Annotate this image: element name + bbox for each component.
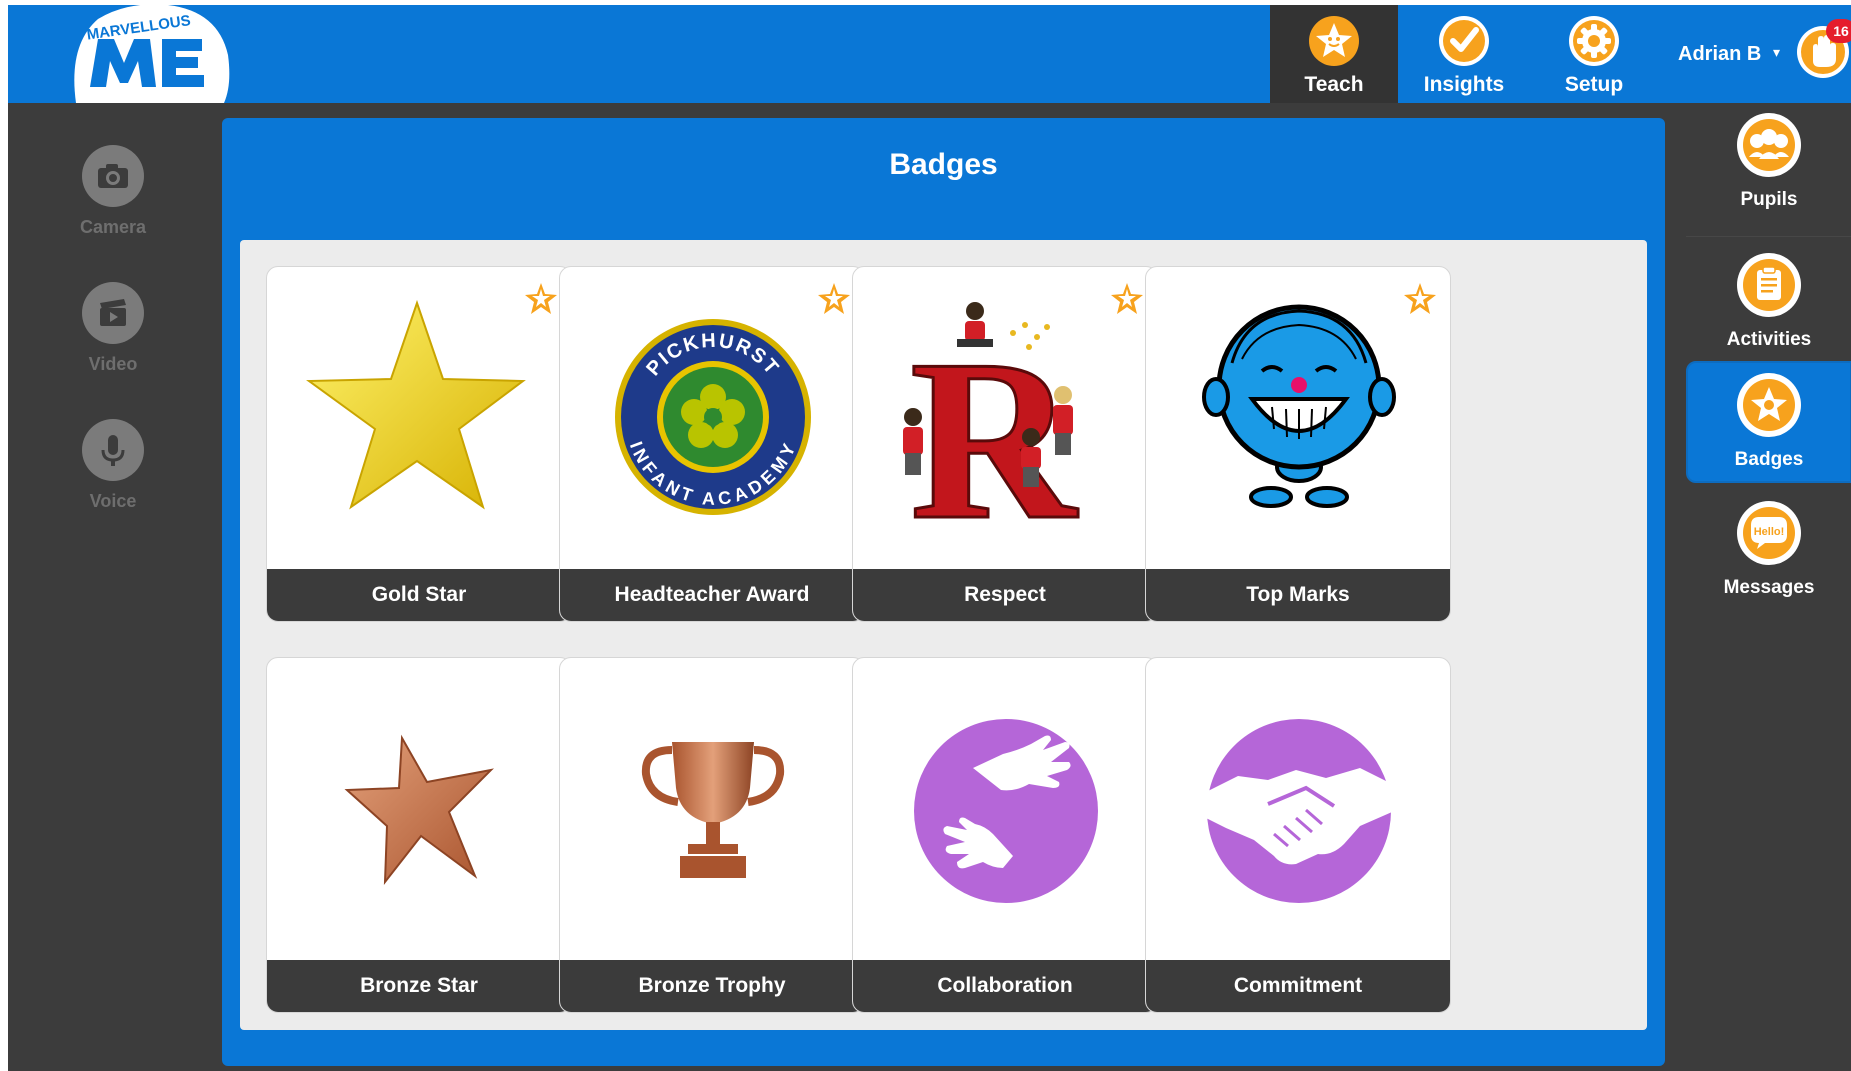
badge-name: Headteacher Award <box>560 569 864 621</box>
handshake-icon <box>1206 719 1392 903</box>
tab-insights-label: Insights <box>1423 73 1505 96</box>
favourite-star-icon[interactable] <box>816 281 852 317</box>
tab-teach-label: Teach <box>1304 73 1364 96</box>
badge-star-icon <box>1751 387 1787 421</box>
microphone-icon <box>101 435 125 466</box>
top-bar: MARVELLOUS Teach Insights Setup Adrian B… <box>8 5 1851 103</box>
favourite-star-icon[interactable] <box>1402 281 1438 317</box>
page-title: Badges <box>889 148 998 181</box>
badge-card-headteacher-award[interactable]: PICKHURST INFANT ACADEMY Headteacher Awa… <box>559 266 865 622</box>
sidebar-item-voice-label: Voice <box>89 491 137 511</box>
tab-insights[interactable]: Insights <box>1398 5 1530 103</box>
badge-name: Top Marks <box>1146 569 1450 621</box>
video-icon <box>100 299 126 326</box>
badge-name: Gold Star <box>267 569 571 621</box>
sidebar-item-badges-label: Badges <box>1734 449 1804 470</box>
hello-bubble-icon: Hello! <box>1751 517 1787 549</box>
user-menu[interactable]: Adrian B ▾ 16 <box>1668 5 1851 103</box>
badge-card-bronze-star[interactable]: Bronze Star <box>266 657 572 1013</box>
sidebar-item-badges[interactable]: Badges <box>1686 361 1851 483</box>
sidebar-item-video[interactable]: Video <box>38 282 188 375</box>
favourite-star-icon[interactable] <box>523 281 559 317</box>
badge-name: Collaboration <box>853 960 1157 1012</box>
sidebar-item-activities[interactable]: Activities <box>1686 243 1851 377</box>
user-name: Adrian B <box>1678 43 1762 65</box>
helping-hands-icon <box>914 719 1098 903</box>
gear-icon <box>1569 16 1619 66</box>
chevron-down-icon: ▾ <box>1773 44 1781 60</box>
camera-icon <box>98 164 128 188</box>
tab-setup[interactable]: Setup <box>1530 5 1658 103</box>
badge-card-gold-star[interactable]: Gold Star <box>266 266 572 622</box>
badge-card-commitment[interactable]: Commitment <box>1145 657 1451 1013</box>
badge-card-collaboration[interactable]: Collaboration <box>852 657 1158 1013</box>
sidebar-item-activities-label: Activities <box>1726 329 1812 350</box>
left-sidebar: Camera Video Voice <box>8 103 213 1071</box>
app-window: MARVELLOUS Teach Insights Setup Adrian B… <box>8 5 1851 1071</box>
badge-grid: Gold Star PICKHURST INFANT ACADEMY Headt… <box>240 240 1647 1030</box>
sidebar-item-voice[interactable]: Voice <box>38 419 188 512</box>
teach-star-icon <box>1309 16 1359 66</box>
bronze-star-icon <box>344 734 494 886</box>
favourite-star-icon[interactable] <box>1109 281 1145 317</box>
right-sidebar: Pupils Activities Badges Hello! Messages <box>1678 103 1851 1071</box>
badge-name: Bronze Star <box>267 960 571 1012</box>
sidebar-item-pupils-label: Pupils <box>1740 189 1798 210</box>
sidebar-item-messages-label: Messages <box>1723 577 1815 598</box>
badge-name: Respect <box>853 569 1157 621</box>
badge-name: Commitment <box>1146 960 1450 1012</box>
badge-card-bronze-trophy[interactable]: Bronze Trophy <box>559 657 865 1013</box>
sidebar-item-messages[interactable]: Hello! Messages <box>1686 491 1851 625</box>
sidebar-item-camera-label: Camera <box>79 217 147 237</box>
pupils-icon <box>1749 129 1789 159</box>
sidebar-item-camera[interactable]: Camera <box>38 145 188 238</box>
sidebar-item-video-label: Video <box>88 354 138 374</box>
trophy-icon <box>641 742 785 878</box>
badge-name: Bronze Trophy <box>560 960 864 1012</box>
respect-letter: R <box>910 312 1079 567</box>
tab-setup-label: Setup <box>1564 73 1624 96</box>
badge-card-top-marks[interactable]: Top Marks <box>1145 266 1451 622</box>
clipboard-icon <box>1757 266 1781 300</box>
notification-badge[interactable]: 16 <box>1826 19 1851 43</box>
svg-text:Hello!: Hello! <box>1754 526 1785 538</box>
sidebar-item-pupils[interactable]: Pupils <box>1686 103 1851 237</box>
checkmark-icon <box>1439 16 1489 66</box>
tab-teach[interactable]: Teach <box>1270 5 1398 103</box>
badge-card-respect[interactable]: R Respect <box>852 266 1158 622</box>
marvellous-me-logo[interactable]: MARVELLOUS <box>68 5 232 103</box>
badges-panel: Badges Gold Star PICKHURST INFANT ACADEM… <box>222 118 1665 1066</box>
